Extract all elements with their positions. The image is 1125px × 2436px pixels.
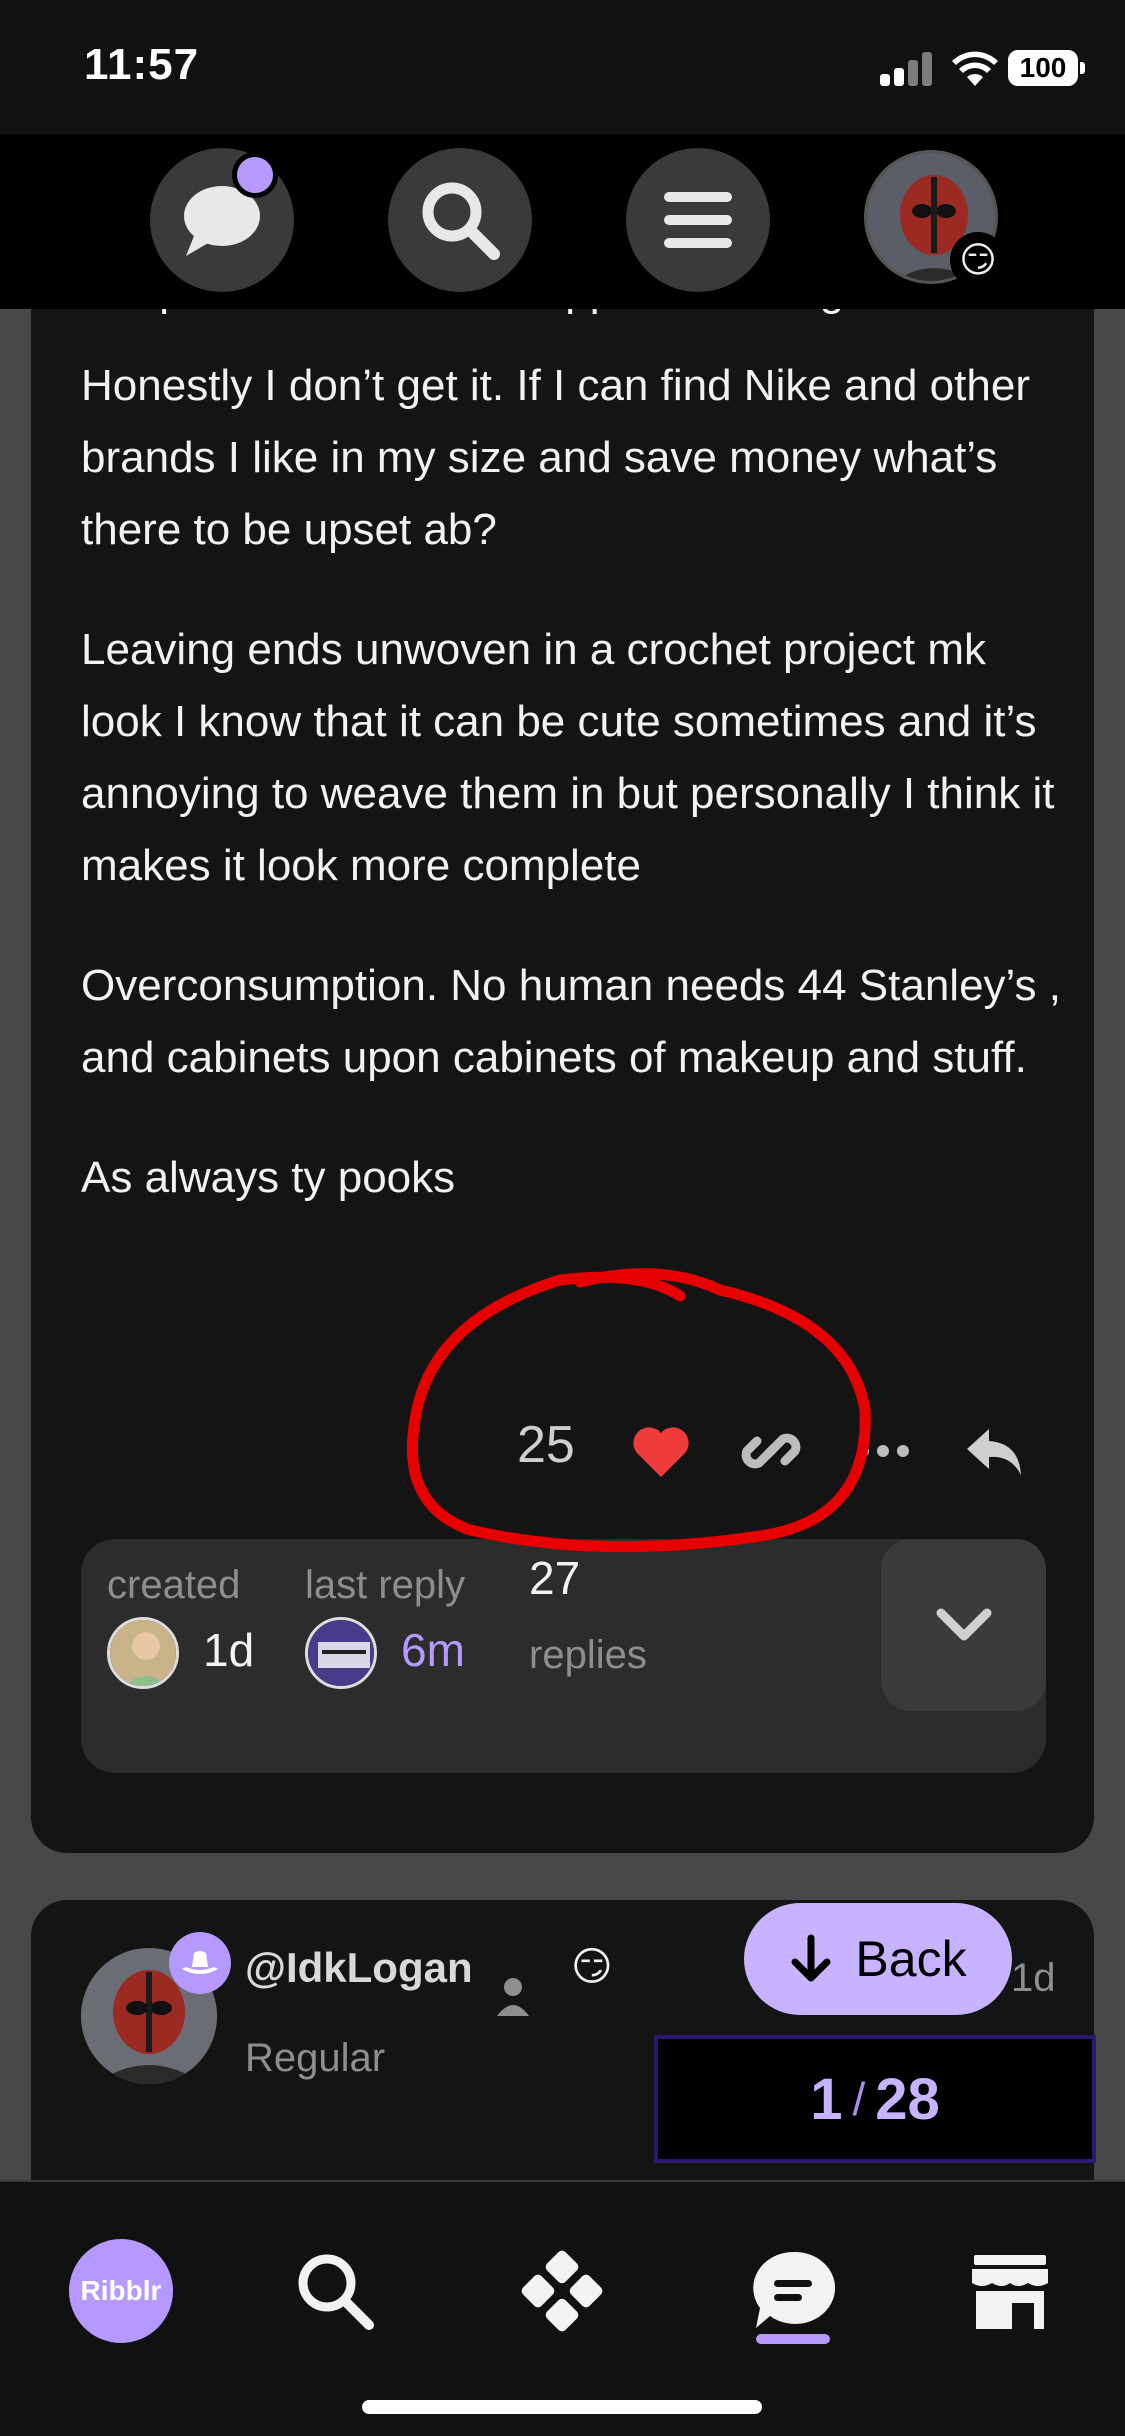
last-reply-label: last reply xyxy=(305,1563,466,1607)
chat-bubble-icon xyxy=(753,2251,836,2328)
ribblr-logo: Ribblr xyxy=(69,2239,173,2343)
yarn-patterns-icon xyxy=(521,2250,603,2332)
arrow-down-icon xyxy=(791,1934,831,1982)
link-icon[interactable] xyxy=(739,1419,803,1483)
wifi-icon xyxy=(952,51,998,86)
post-paragraph: Overconsumption. No human needs 44 Stanl… xyxy=(81,961,1061,1082)
status-bar: 11:57 100 xyxy=(0,0,1125,134)
user-flair-badge xyxy=(169,1932,231,1994)
heart-icon[interactable] xyxy=(629,1419,693,1483)
battery-indicator: 100 xyxy=(1008,50,1078,86)
progress-separator: / xyxy=(852,2073,866,2125)
replies-label: replies xyxy=(529,1633,647,1677)
search-button[interactable] xyxy=(388,148,532,292)
back-button[interactable]: Back xyxy=(744,1903,1012,2015)
battery-tip xyxy=(1080,62,1085,74)
signal-icon xyxy=(880,52,936,86)
more-options-icon[interactable] xyxy=(851,1419,915,1483)
status-time: 11:57 xyxy=(84,40,200,89)
next-post-user-title: Regular xyxy=(245,2036,386,2080)
tab-home[interactable]: Ribblr xyxy=(66,2236,176,2346)
topic-summary: created 1d last reply 6m 27 replies xyxy=(81,1539,1046,1773)
like-count[interactable]: 25 xyxy=(517,1415,575,1475)
bottom-tab-bar: Ribblr xyxy=(0,2180,1125,2436)
post-body: Honestly I don’t get it. If I can find N… xyxy=(81,350,1071,1262)
replies-count: 27 xyxy=(529,1552,581,1604)
progress-current: 1 xyxy=(810,2066,843,2132)
top-header: 😏 xyxy=(0,134,1125,309)
avatar-status-badge: 😏 xyxy=(950,232,1006,288)
person-icon xyxy=(497,1978,529,2016)
search-icon xyxy=(422,182,500,260)
post-paragraph: As always ty pooks xyxy=(81,1153,456,1202)
creator-avatar xyxy=(107,1617,179,1689)
back-button-label: Back xyxy=(855,1931,967,1987)
post-progress-indicator[interactable]: 1 / 28 xyxy=(654,2035,1096,2163)
post-paragraph: Leaving ends unwoven in a crochet projec… xyxy=(81,625,1055,890)
active-tab-indicator xyxy=(756,2334,830,2344)
search-icon xyxy=(298,2254,374,2330)
tab-community[interactable] xyxy=(738,2236,848,2346)
menu-button[interactable] xyxy=(626,148,770,292)
store-icon xyxy=(972,2255,1048,2329)
tab-search[interactable] xyxy=(280,2236,390,2346)
post-card: People who make fun of ppl for thrifting… xyxy=(31,309,1094,1853)
last-reply-avatar xyxy=(305,1617,377,1689)
post-paragraph: Honestly I don’t get it. If I can find N… xyxy=(81,361,1030,554)
hamburger-icon xyxy=(664,192,732,248)
user-status-emoji: 😏 xyxy=(571,1945,613,1989)
cowboy-hat-icon xyxy=(182,1951,218,1974)
created-label: created xyxy=(107,1563,241,1607)
reply-icon[interactable] xyxy=(963,1419,1027,1483)
home-indicator xyxy=(362,2400,762,2414)
notification-dot xyxy=(232,152,278,198)
progress-total: 28 xyxy=(875,2066,940,2132)
created-value: 1d xyxy=(203,1624,255,1676)
next-post-username[interactable]: @IdkLogan xyxy=(245,1944,473,1992)
expand-summary-button[interactable] xyxy=(881,1539,1046,1711)
chevron-down-icon xyxy=(936,1608,991,1641)
last-reply-value: 6m xyxy=(401,1624,465,1676)
tab-shop[interactable] xyxy=(955,2236,1065,2346)
next-post-age: 1d xyxy=(1011,1956,1056,2000)
tab-projects[interactable] xyxy=(507,2236,617,2346)
post-cut-line: People who make fun of ppl for thrifting… xyxy=(81,309,856,327)
